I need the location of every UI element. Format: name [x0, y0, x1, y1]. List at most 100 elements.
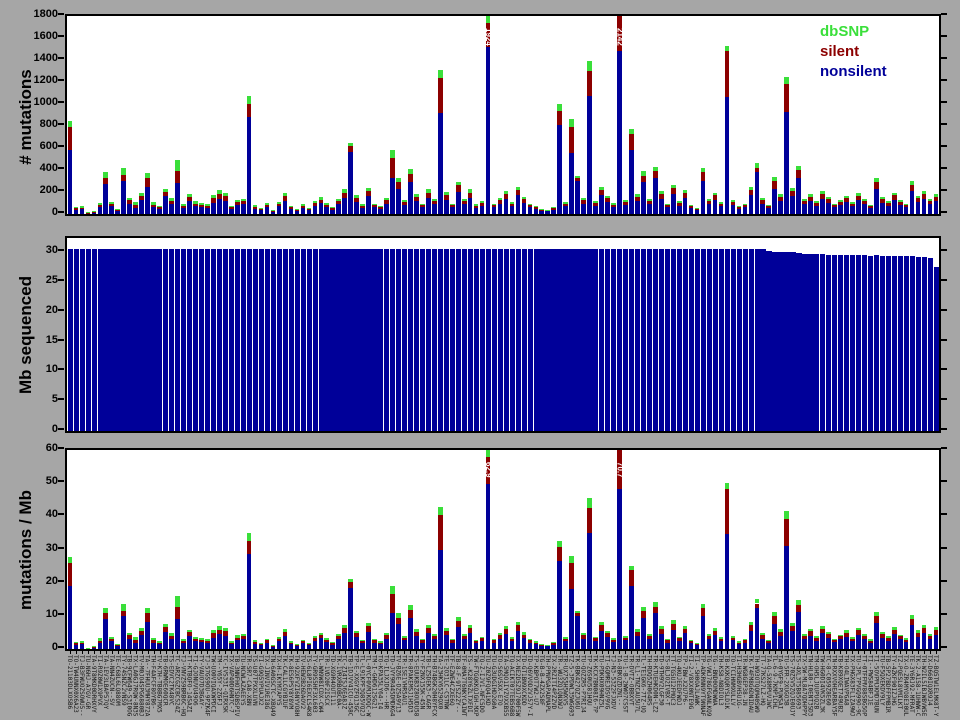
bar-segment: [623, 205, 628, 214]
bar-segment: [306, 642, 312, 644]
bar-segment: [730, 205, 736, 214]
bar-segment: [169, 639, 174, 649]
bar-segment: [479, 636, 485, 639]
bar-segment: [754, 603, 760, 608]
clipped-bar-value-label: 2142: [615, 28, 625, 46]
bar-segment: [551, 208, 557, 210]
bar-segment: [915, 636, 921, 649]
bar-segment: [688, 204, 694, 206]
bar-segment: [276, 248, 282, 431]
y-tick-label: 30: [45, 541, 58, 554]
bar-segment: [282, 193, 288, 197]
x-tick-mark: [350, 649, 352, 654]
bar-segment: [169, 248, 175, 431]
y-tick-mark: [58, 249, 64, 252]
y-tick-mark: [941, 145, 947, 147]
bar-segment: [718, 248, 724, 431]
x-tick-mark: [715, 649, 717, 654]
x-tick-mark: [505, 649, 507, 654]
bar-segment: [909, 619, 915, 626]
bar-segment: [832, 254, 838, 431]
bar-segment: [354, 637, 359, 649]
bar-segment: [109, 248, 115, 431]
bar-segment: [151, 248, 157, 431]
x-tick-mark: [362, 649, 364, 654]
bar-segment: [360, 207, 365, 214]
bar-segment: [270, 211, 276, 214]
bar-segment: [133, 637, 138, 640]
bar-segment: [635, 248, 641, 431]
bar-segment: [814, 205, 819, 214]
sample-id-label: TK-BBK427QZJU6U: [573, 655, 581, 710]
bar-segment: [539, 210, 545, 214]
bar-segment: [635, 636, 640, 649]
bar-segment: [127, 197, 133, 201]
bar-segment: [366, 190, 371, 197]
bar-segment: [617, 248, 623, 431]
bar-segment: [228, 642, 234, 645]
bar-segment: [784, 546, 790, 649]
y-tick-mark: [941, 189, 947, 191]
bar-segment: [933, 196, 939, 201]
bar-segment: [808, 253, 814, 431]
sample-id-label: TC-ZI4TSJ6EA8JZ: [340, 655, 348, 710]
y-tick-mark: [58, 398, 64, 401]
bar-segment: [545, 248, 551, 431]
bar-segment: [521, 634, 527, 639]
bar-segment: [802, 201, 807, 205]
bar-segment: [396, 617, 401, 625]
bar-segment: [175, 160, 180, 172]
bar-segment: [426, 248, 432, 431]
panel-mb-sequenced: [65, 236, 941, 433]
x-tick-mark: [332, 649, 334, 654]
bar-segment: [921, 625, 927, 629]
panel-mutations-per-mb: 62.9 70.7: [65, 448, 941, 651]
bar-segment: [222, 636, 228, 649]
bar-segment: [545, 210, 551, 212]
bar-segment: [252, 641, 258, 644]
sample-id-label: TS-EDVC2TK48VC: [167, 655, 175, 706]
sample-id-label: TX-LA0GJ7RQW-8N3S: [131, 655, 139, 717]
bar-segment: [545, 209, 551, 211]
bar-segment: [772, 188, 778, 214]
bar-segment: [712, 634, 718, 649]
bar-segment: [246, 104, 252, 118]
bar-segment: [539, 248, 545, 431]
x-tick-mark: [619, 649, 621, 654]
y-tick-label: 15: [45, 333, 58, 346]
x-tick-mark: [386, 649, 388, 654]
bar-segment: [635, 196, 640, 201]
y-tick-mark: [58, 338, 64, 341]
bar-segment: [79, 642, 85, 644]
bar-segment: [676, 248, 683, 431]
bar-segment: [479, 205, 485, 214]
bar-segment: [521, 197, 527, 200]
bar-segment: [246, 96, 252, 104]
bar-segment: [605, 248, 611, 431]
bar-segment: [676, 636, 682, 639]
bar-segment: [491, 205, 497, 208]
bar-segment: [891, 634, 897, 649]
bar-segment: [175, 248, 181, 431]
bar-segment: [873, 255, 880, 431]
bar-segment: [234, 200, 240, 203]
bar-segment: [533, 248, 539, 431]
bar-segment: [808, 631, 813, 636]
bar-segment: [330, 208, 336, 210]
bar-segment: [569, 126, 574, 153]
bar-segment: [688, 641, 694, 644]
bar-segment: [169, 633, 174, 636]
bar-segment: [216, 198, 222, 214]
bar-segment: [479, 203, 485, 206]
bar-segment: [491, 248, 497, 431]
y-tick-label: 10: [45, 363, 58, 376]
bar-segment: [706, 199, 712, 202]
bar-segment: [903, 642, 909, 649]
y-tick-mark: [58, 13, 64, 15]
bar-segment: [766, 207, 772, 214]
bar-segment: [557, 248, 563, 431]
bar-segment: [420, 638, 425, 641]
bar-segment: [246, 117, 252, 214]
bar-segment: [838, 204, 843, 214]
bar-segment: [933, 627, 939, 630]
